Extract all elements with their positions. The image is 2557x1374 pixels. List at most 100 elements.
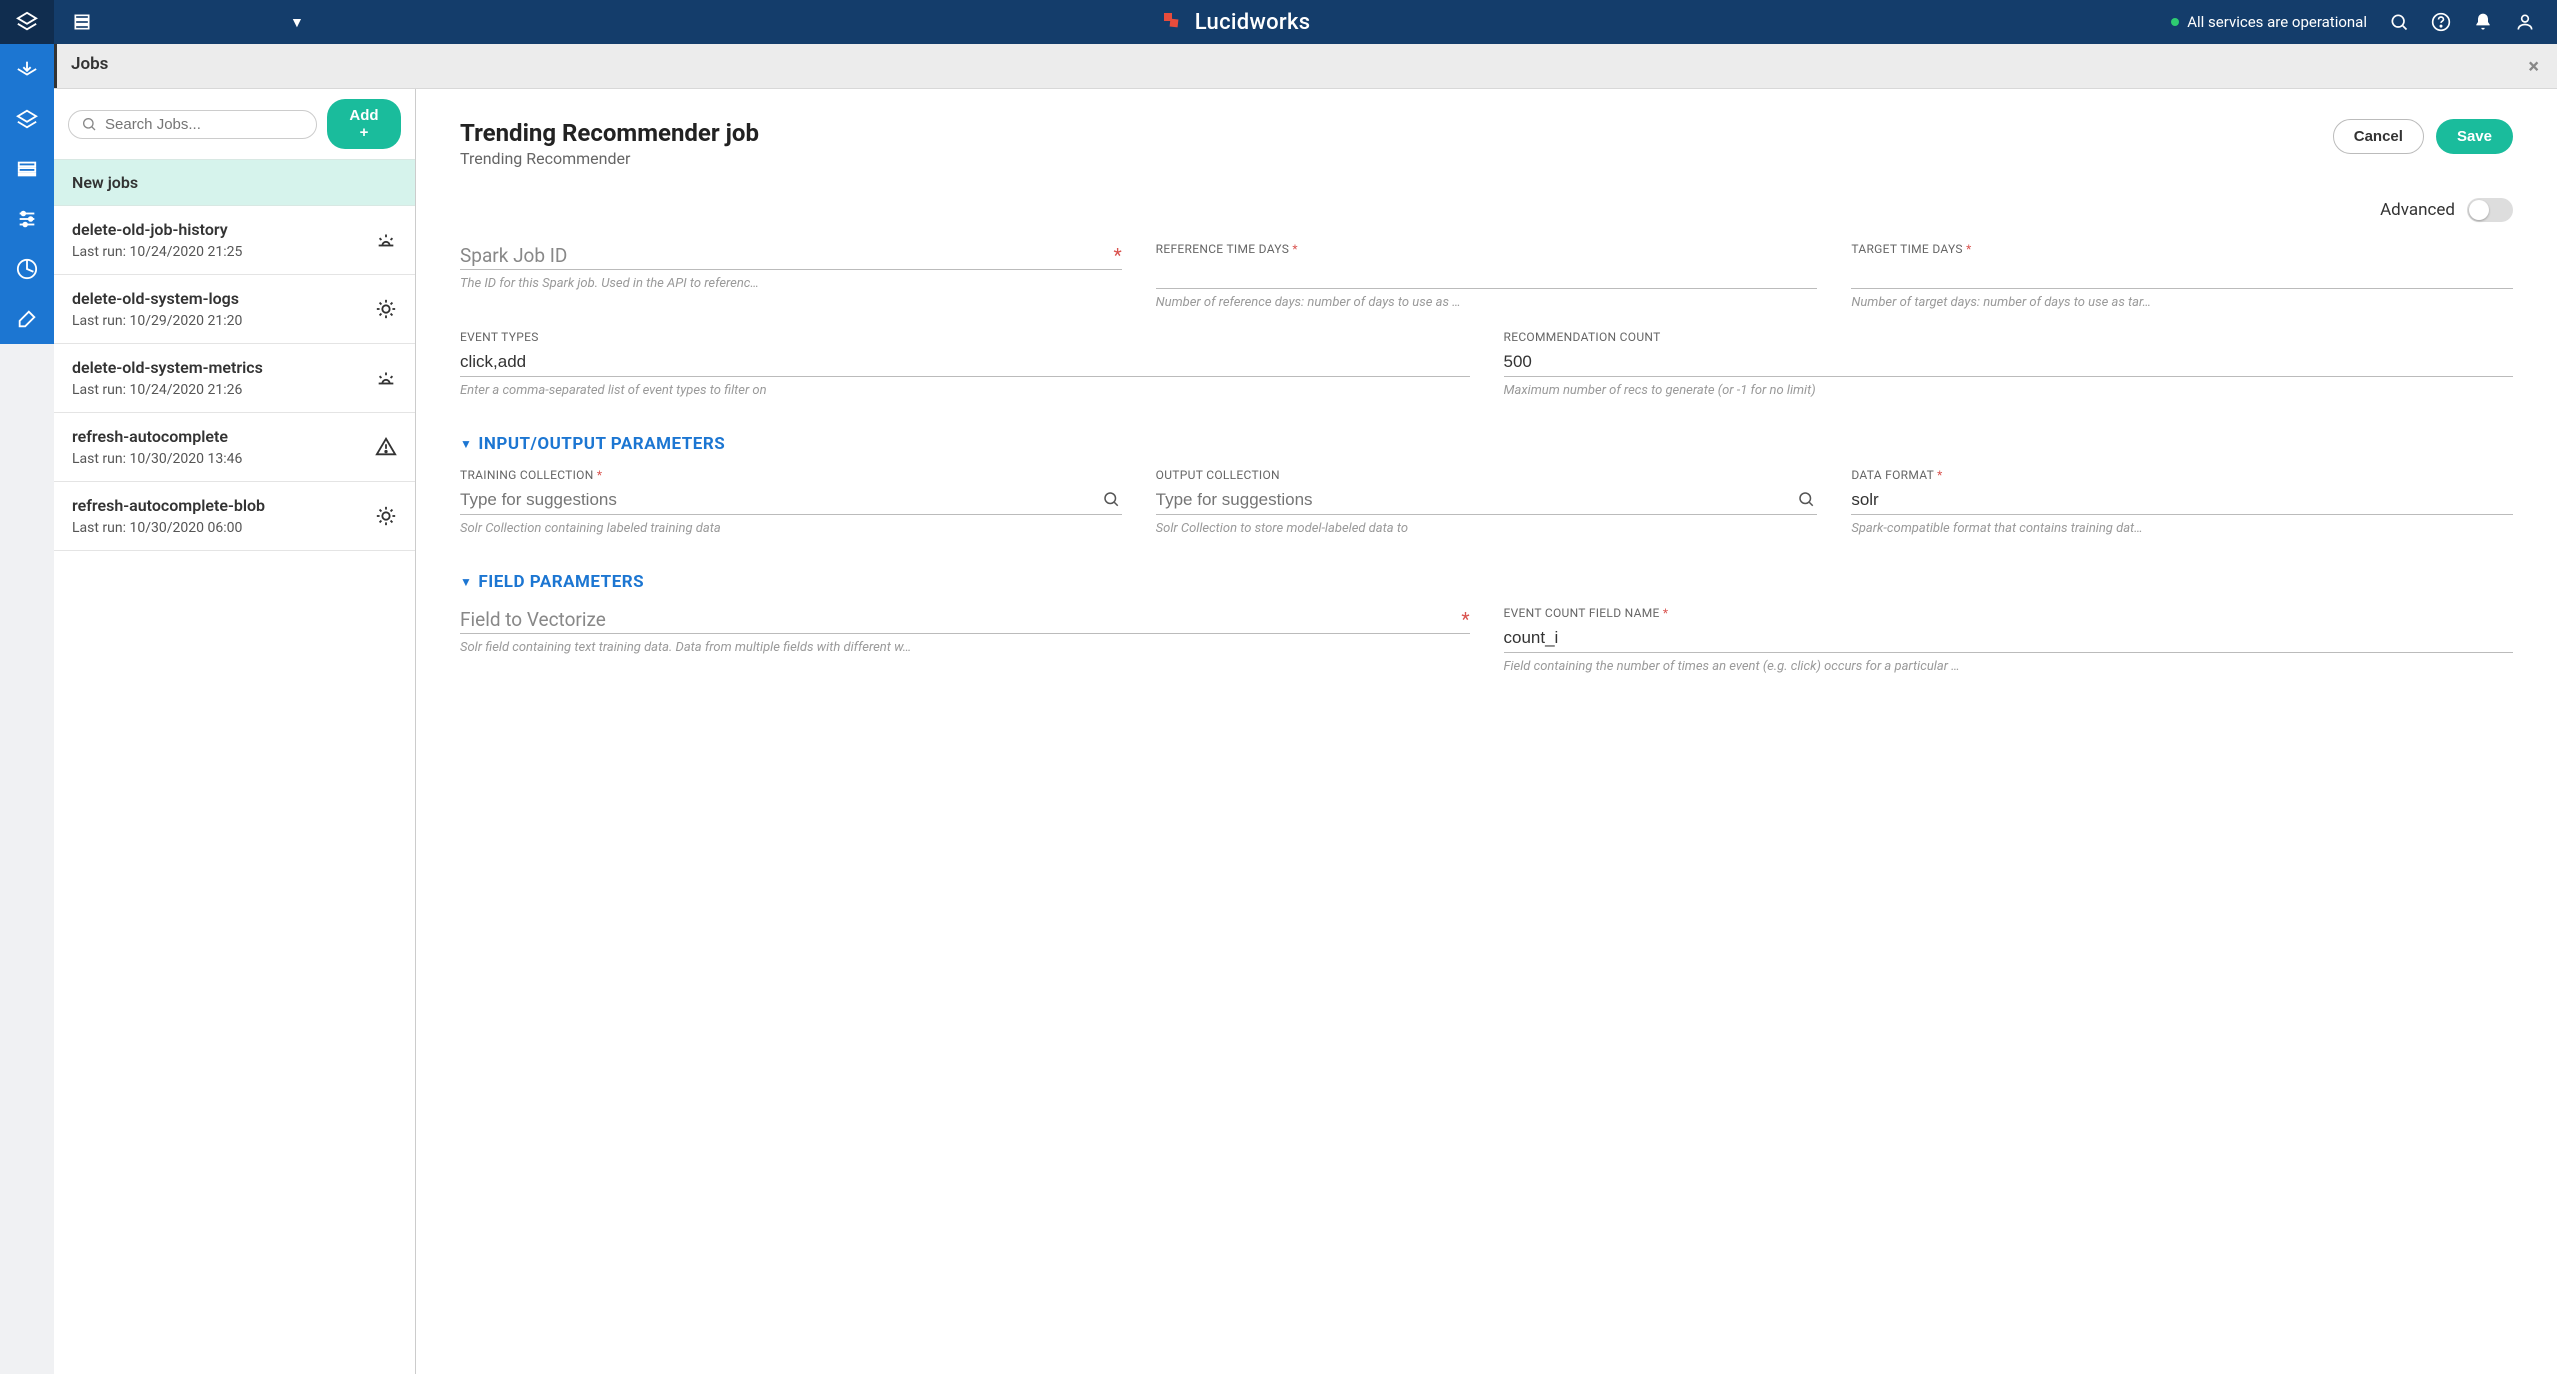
field-data-format: DATA FORMAT * Spark-compatible format th… xyxy=(1851,468,2513,536)
rail-item-index[interactable] xyxy=(0,94,54,144)
advanced-toggle[interactable] xyxy=(2467,198,2513,222)
workspace-stack-icon xyxy=(72,12,92,32)
job-list-item[interactable]: delete-old-job-history Last run: 10/24/20… xyxy=(54,206,415,275)
job-status-sunrise-icon xyxy=(375,229,397,251)
event-types-help: Enter a comma-separated list of event ty… xyxy=(460,383,1470,398)
job-list-item[interactable]: delete-old-system-logs Last run: 10/29/20… xyxy=(54,275,415,344)
event-types-label: EVENT TYPES xyxy=(460,330,1470,344)
tgt-days-label: TARGET TIME DAYS xyxy=(1851,242,1962,256)
format-label: DATA FORMAT xyxy=(1851,468,1934,482)
job-status-warning-icon xyxy=(375,436,397,458)
job-status-sun-icon xyxy=(375,298,397,320)
rec-count-label: RECOMMENDATION COUNT xyxy=(1504,330,2514,344)
tgt-days-input[interactable] xyxy=(1851,260,2513,289)
job-meta: Last run: 10/24/2020 21:26 xyxy=(72,382,263,398)
training-label: TRAINING COLLECTION xyxy=(460,468,594,482)
save-button[interactable]: Save xyxy=(2436,119,2513,154)
ref-days-input[interactable] xyxy=(1156,260,1818,289)
side-rail xyxy=(0,44,54,1374)
field-output-collection: OUTPUT COLLECTION Solr Collection to sto… xyxy=(1156,468,1818,536)
vectorize-placeholder: Field to Vectorize xyxy=(460,608,606,631)
countfld-input[interactable] xyxy=(1504,624,2514,653)
format-help: Spark-compatible format that contains tr… xyxy=(1851,521,2513,536)
job-status-sunrise-icon xyxy=(375,367,397,389)
section-field-params[interactable]: ▼ FIELD PARAMETERS xyxy=(460,572,2513,592)
chevron-down-icon: ▼ xyxy=(460,437,472,451)
top-bar: ▼ Lucidworks All services are operationa… xyxy=(0,0,2557,44)
search-icon[interactable] xyxy=(1797,490,1815,508)
section-io[interactable]: ▼ INPUT/OUTPUT PARAMETERS xyxy=(460,434,2513,454)
jobs-search-input[interactable] xyxy=(105,116,304,133)
bell-icon[interactable] xyxy=(2473,12,2493,32)
section-io-label: INPUT/OUTPUT PARAMETERS xyxy=(478,434,725,454)
training-input[interactable] xyxy=(460,486,1122,515)
field-ref-days: REFERENCE TIME DAYS * Number of referenc… xyxy=(1156,242,1818,310)
help-icon[interactable] xyxy=(2431,12,2451,32)
rail-item-ingest[interactable] xyxy=(0,44,54,94)
job-meta: Last run: 10/29/2020 21:20 xyxy=(72,313,242,329)
page-title: Trending Recommender job xyxy=(460,119,759,147)
output-input[interactable] xyxy=(1156,486,1818,515)
format-input[interactable] xyxy=(1851,486,2513,515)
jobs-panel: Add + New jobs delete-old-job-history Las… xyxy=(54,89,416,1374)
job-name: refresh-autocomplete-blob xyxy=(72,496,265,515)
ref-days-help: Number of reference days: number of days… xyxy=(1156,295,1818,310)
add-job-button[interactable]: Add + xyxy=(327,99,401,149)
job-meta: Last run: 10/30/2020 13:46 xyxy=(72,451,242,467)
search-icon[interactable] xyxy=(1102,490,1120,508)
job-list-item[interactable]: delete-old-system-metrics Last run: 10/24… xyxy=(54,344,415,413)
advanced-label: Advanced xyxy=(2380,200,2455,220)
output-label: OUTPUT COLLECTION xyxy=(1156,468,1818,482)
jobs-search[interactable] xyxy=(68,110,317,139)
panel-title: Jobs xyxy=(71,54,108,74)
cancel-button[interactable]: Cancel xyxy=(2333,119,2424,154)
content-area: Trending Recommender job Trending Recomm… xyxy=(416,89,2557,1374)
field-spark-id: Spark Job ID * The ID for this Spark job… xyxy=(460,242,1122,310)
rail-item-pipelines[interactable] xyxy=(0,194,54,244)
app-picker[interactable]: ▼ xyxy=(54,12,322,32)
rail-item-settings[interactable] xyxy=(0,294,54,344)
rail-item-collections[interactable] xyxy=(0,144,54,194)
job-list-item[interactable]: refresh-autocomplete Last run: 10/30/2020… xyxy=(54,413,415,482)
rec-count-help: Maximum number of recs to generate (or -… xyxy=(1504,383,2514,398)
brand-text: Lucidworks xyxy=(1195,10,1311,35)
user-icon[interactable] xyxy=(2515,12,2535,32)
status-dot-icon xyxy=(2171,18,2179,26)
spark-id-help: The ID for this Spark job. Used in the A… xyxy=(460,276,1122,291)
new-jobs-section[interactable]: New jobs xyxy=(54,159,415,206)
output-help: Solr Collection to store model-labeled d… xyxy=(1156,521,1818,536)
rail-item-analytics[interactable] xyxy=(0,244,54,294)
chevron-down-icon: ▼ xyxy=(460,575,472,589)
vectorize-help: Solr field containing text training data… xyxy=(460,640,1470,655)
job-list-item[interactable]: refresh-autocomplete-blobLast run: 10/30… xyxy=(54,482,415,551)
status-indicator[interactable]: All services are operational xyxy=(2171,13,2367,31)
rec-count-input[interactable] xyxy=(1504,348,2514,377)
close-icon[interactable]: × xyxy=(2528,54,2539,78)
event-types-input[interactable] xyxy=(460,348,1470,377)
field-training-collection: TRAINING COLLECTION * Solr Collection co… xyxy=(460,468,1122,536)
caret-down-icon: ▼ xyxy=(290,14,304,31)
job-name: refresh-autocomplete xyxy=(72,427,242,446)
search-icon[interactable] xyxy=(2389,12,2409,32)
job-status-sun-icon xyxy=(375,505,397,527)
brand: Lucidworks xyxy=(322,10,2149,35)
field-vectorize: Field to Vectorize * Solr field containi… xyxy=(460,606,1470,674)
countfld-help: Field containing the number of times an … xyxy=(1504,659,2514,674)
job-name: delete-old-system-logs xyxy=(72,289,242,308)
countfld-label: EVENT COUNT FIELD NAME xyxy=(1504,606,1660,620)
field-tgt-days: TARGET TIME DAYS * Number of target days… xyxy=(1851,242,2513,310)
search-icon xyxy=(81,116,97,132)
field-count-field: EVENT COUNT FIELD NAME * Field containin… xyxy=(1504,606,2514,674)
job-name: delete-old-job-history xyxy=(72,220,242,239)
tgt-days-help: Number of target days: number of days to… xyxy=(1851,295,2513,310)
logo-icon[interactable] xyxy=(0,0,54,44)
job-name: delete-old-system-metrics xyxy=(72,358,263,377)
panel-header-bar: Jobs × xyxy=(54,44,2557,89)
section-field-params-label: FIELD PARAMETERS xyxy=(478,572,644,592)
ref-days-label: REFERENCE TIME DAYS xyxy=(1156,242,1289,256)
brand-mark-icon xyxy=(1161,10,1185,34)
spark-id-placeholder: Spark Job ID xyxy=(460,244,567,267)
training-help: Solr Collection containing labeled train… xyxy=(460,521,1122,536)
status-text: All services are operational xyxy=(2187,13,2367,31)
job-meta: Last run: 10/24/2020 21:25 xyxy=(72,244,242,260)
